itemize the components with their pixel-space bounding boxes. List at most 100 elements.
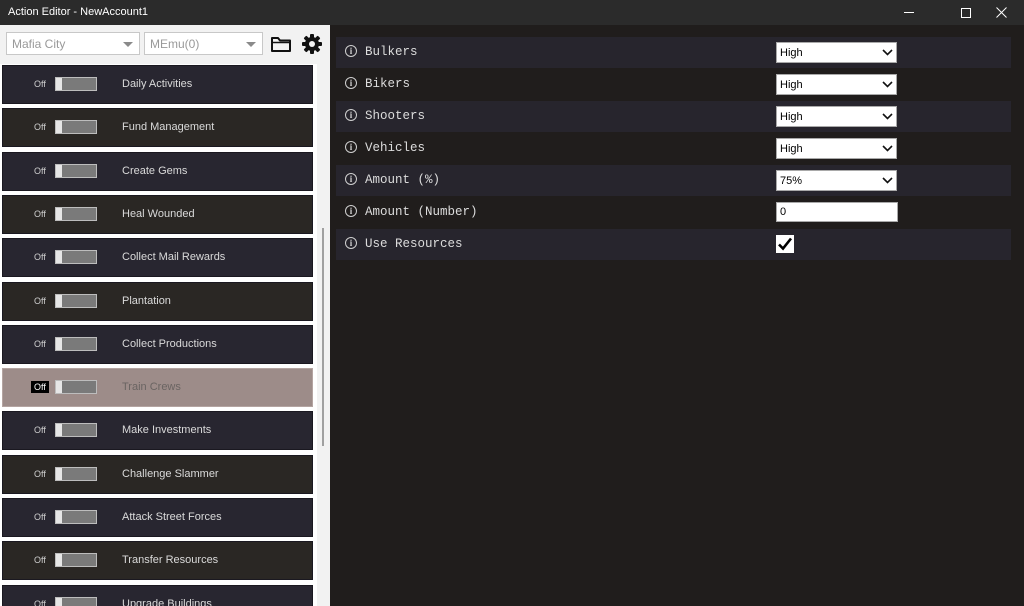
action-toggle[interactable] xyxy=(55,466,97,481)
action-list-panel: Mafia City MEmu(0) Off Daily Activities … xyxy=(0,25,330,606)
info-icon[interactable]: i xyxy=(345,141,357,153)
setting-label: Amount (%) xyxy=(365,173,441,187)
open-folder-button[interactable] xyxy=(270,33,292,55)
emulator-select-value: MEmu(0) xyxy=(150,37,200,51)
close-button[interactable] xyxy=(978,0,1024,25)
minimize-icon xyxy=(904,12,914,13)
action-item-upgrade-buildings[interactable]: Off Upgrade Buildings xyxy=(2,584,313,606)
action-label: Upgrade Buildings xyxy=(122,597,212,606)
action-list[interactable]: Off Daily Activities Off Fund Management Off… xyxy=(0,64,317,606)
toggle-knob xyxy=(56,78,62,90)
setting-row-bulkers: i Bulkers High xyxy=(336,37,1011,68)
action-toggle[interactable] xyxy=(55,206,97,221)
toggle-knob xyxy=(56,511,62,523)
setting-row-use-resources: i Use Resources xyxy=(336,229,1011,260)
action-item-challenge-slammer[interactable]: Off Challenge Slammer xyxy=(2,454,313,494)
chevron-down-icon xyxy=(882,177,893,184)
amount-number-input[interactable]: 0 xyxy=(776,202,898,222)
info-icon[interactable]: i xyxy=(345,205,357,217)
toggle-state-label: Off xyxy=(34,295,46,306)
action-label: Attack Street Forces xyxy=(122,511,222,523)
info-icon[interactable]: i xyxy=(345,77,357,89)
action-list-scrollbar[interactable] xyxy=(317,64,330,606)
action-label: Collect Productions xyxy=(122,337,217,350)
maximize-icon xyxy=(961,7,971,18)
info-icon[interactable]: i xyxy=(345,45,357,57)
action-item-collect-mail-rewards[interactable]: Off Collect Mail Rewards xyxy=(2,238,313,278)
action-label: Collect Mail Rewards xyxy=(122,251,226,264)
action-toggle[interactable] xyxy=(55,510,97,524)
toggle-knob xyxy=(56,381,62,394)
settings-button[interactable] xyxy=(301,33,323,55)
action-item-create-gems[interactable]: Off Create Gems xyxy=(2,151,313,191)
setting-label: Bulkers xyxy=(365,45,418,59)
bikers-select[interactable]: High xyxy=(776,74,897,95)
amount-select[interactable]: 75% xyxy=(776,170,897,191)
toggle-knob xyxy=(56,294,62,307)
vehicles-select[interactable]: High xyxy=(776,138,897,159)
shooters-select[interactable]: High xyxy=(776,106,897,127)
chevron-down-icon xyxy=(882,113,893,120)
bulkers-select[interactable]: High xyxy=(776,42,897,63)
select-value: High xyxy=(780,111,803,123)
toggle-knob xyxy=(56,121,62,134)
checkmark-icon xyxy=(778,237,793,251)
action-item-daily-activities[interactable]: Off Daily Activities xyxy=(2,65,313,104)
action-item-transfer-resources[interactable]: Off Transfer Resources xyxy=(2,541,313,581)
action-toggle[interactable] xyxy=(55,336,97,351)
toggle-state-label: Off xyxy=(34,338,46,349)
action-item-train-crews[interactable]: Off Train Crews xyxy=(2,368,313,408)
action-item-attack-street-forces[interactable]: Off Attack Street Forces xyxy=(2,498,313,537)
action-toggle[interactable] xyxy=(55,380,97,395)
action-toggle[interactable] xyxy=(55,250,97,265)
setting-label: Shooters xyxy=(365,109,426,123)
toggle-state-label: Off xyxy=(34,208,46,219)
toolbar: Mafia City MEmu(0) xyxy=(0,25,330,61)
info-icon[interactable]: i xyxy=(345,237,357,249)
info-icon[interactable]: i xyxy=(345,173,357,185)
action-label: Daily Activities xyxy=(122,78,193,90)
action-item-make-investments[interactable]: Off Make Investments xyxy=(2,411,313,451)
toggle-state-label: Off xyxy=(34,598,46,606)
game-select[interactable]: Mafia City xyxy=(6,32,140,55)
action-item-collect-productions[interactable]: Off Collect Productions xyxy=(2,324,313,364)
toggle-state-label: Off xyxy=(34,122,46,133)
toggle-knob xyxy=(56,424,62,437)
action-toggle[interactable] xyxy=(55,163,97,178)
action-toggle[interactable] xyxy=(55,120,97,135)
action-label: Transfer Resources xyxy=(122,554,219,567)
close-icon xyxy=(995,7,1007,18)
action-item-fund-management[interactable]: Off Fund Management xyxy=(2,108,313,148)
setting-label: Vehicles xyxy=(365,141,426,155)
action-toggle[interactable] xyxy=(55,553,97,568)
toggle-state-label: Off xyxy=(34,165,46,176)
action-toggle[interactable] xyxy=(55,77,97,91)
setting-label: Use Resources xyxy=(365,237,463,251)
action-toggle[interactable] xyxy=(55,293,97,308)
info-icon[interactable]: i xyxy=(345,109,357,121)
chevron-down-icon xyxy=(882,49,893,56)
use-resources-checkbox[interactable] xyxy=(776,235,794,253)
toggle-state-label: Off xyxy=(31,381,49,394)
toggle-knob xyxy=(56,207,62,220)
toggle-state-label: Off xyxy=(34,555,46,566)
toggle-state-label: Off xyxy=(34,252,46,263)
game-select-value: Mafia City xyxy=(12,37,66,51)
setting-label: Amount (Number) xyxy=(365,205,478,219)
folder-icon xyxy=(271,37,291,52)
emulator-select[interactable]: MEmu(0) xyxy=(144,32,263,55)
action-toggle[interactable] xyxy=(55,423,97,438)
minimize-button[interactable] xyxy=(886,0,932,25)
action-item-plantation[interactable]: Off Plantation xyxy=(2,281,313,321)
toggle-knob xyxy=(56,597,62,606)
action-toggle[interactable] xyxy=(55,596,97,606)
setting-row-shooters: i Shooters High xyxy=(336,101,1011,132)
action-settings-panel: i Bulkers High i Bikers High i Shooters High i Veh… xyxy=(330,25,1024,606)
action-label: Train Crews xyxy=(122,381,181,394)
scrollbar-thumb[interactable] xyxy=(322,228,324,446)
action-item-heal-wounded[interactable]: Off Heal Wounded xyxy=(2,194,313,234)
setting-row-vehicles: i Vehicles High xyxy=(336,133,1011,164)
select-value: High xyxy=(780,47,803,59)
action-label: Fund Management xyxy=(122,121,215,134)
title-bar: Action Editor - NewAccount1 xyxy=(0,0,1024,25)
